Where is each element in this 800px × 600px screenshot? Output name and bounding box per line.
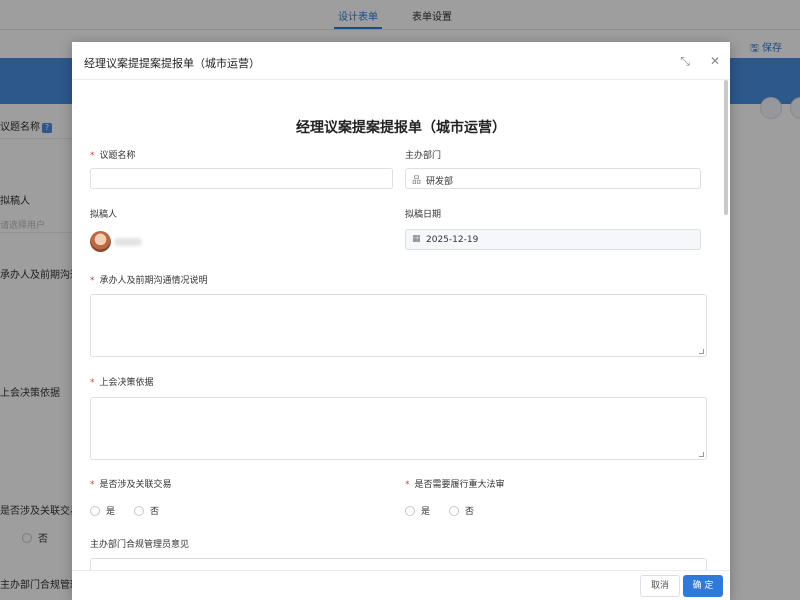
required-mark: * xyxy=(90,276,95,286)
form-title: 经理议案提案提报单（城市运营） xyxy=(296,120,506,136)
related-trade-yes[interactable]: 是 xyxy=(90,504,115,517)
dept-label: 主办部门 xyxy=(405,151,442,161)
radio-circle xyxy=(134,506,144,516)
radio-circle xyxy=(449,506,459,516)
radio-circle xyxy=(90,506,100,516)
avatar xyxy=(90,231,111,252)
legal-review-yes[interactable]: 是 xyxy=(405,504,430,517)
fullscreen-icon[interactable]: ⤡ xyxy=(678,54,692,68)
modal-title: 经理议案提提案提报单（城市运营） xyxy=(84,57,260,70)
related-trade-label: * 是否涉及关联交易 xyxy=(90,480,172,490)
proposal-modal: 经理议案提提案提报单（城市运营） ⤡ ✕ 经理议案提案提报单（城市运营） * 议题… xyxy=(72,42,730,600)
required-mark: * xyxy=(90,151,95,161)
basis-textarea[interactable] xyxy=(90,397,707,460)
resize-handle[interactable] xyxy=(699,452,704,457)
modal-footer: 取消 确 定 xyxy=(72,570,730,600)
required-mark: * xyxy=(90,378,95,388)
org-icon: 品 xyxy=(412,176,422,186)
drafter-label: 拟稿人 xyxy=(90,210,118,220)
topic-input[interactable] xyxy=(90,168,393,189)
basis-label: * 上会决策依据 xyxy=(90,378,154,388)
dept-select[interactable]: 品 研发部 xyxy=(405,168,701,189)
related-trade-no[interactable]: 否 xyxy=(134,504,159,517)
date-picker[interactable]: ▦ 2025-12-19 xyxy=(405,229,701,250)
confirm-button[interactable]: 确 定 xyxy=(683,575,723,597)
radio-circle xyxy=(405,506,415,516)
handler-textarea[interactable] xyxy=(90,294,707,357)
compliance-label: 主办部门合规管理员意见 xyxy=(90,540,190,550)
legal-review-label: * 是否需要履行重大法审 xyxy=(405,480,505,490)
modal-body: 经理议案提案提报单（城市运营） * 议题名称 主办部门 品 研发部 拟稿人 拟稿日… xyxy=(72,81,730,600)
close-icon[interactable]: ✕ xyxy=(708,54,722,68)
date-label: 拟稿日期 xyxy=(405,210,442,220)
drafter-name xyxy=(114,238,142,246)
required-mark: * xyxy=(90,480,95,490)
legal-review-no[interactable]: 否 xyxy=(449,504,474,517)
resize-handle[interactable] xyxy=(699,349,704,354)
calendar-icon: ▦ xyxy=(412,234,421,244)
cancel-button[interactable]: 取消 xyxy=(640,575,680,597)
handler-label: * 承办人及前期沟通情况说明 xyxy=(90,276,208,286)
required-mark: * xyxy=(405,480,410,490)
topic-label: * 议题名称 xyxy=(90,151,136,161)
modal-header: 经理议案提提案提报单（城市运营） ⤡ ✕ xyxy=(72,42,730,80)
